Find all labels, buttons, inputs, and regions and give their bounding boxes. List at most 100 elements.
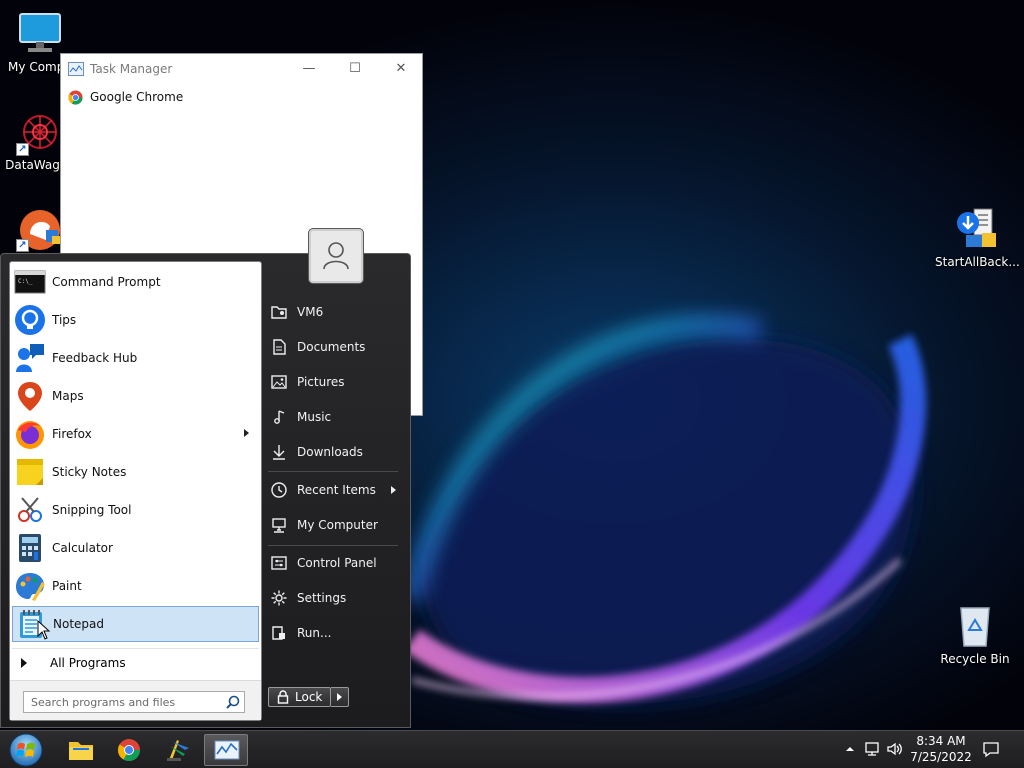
search-icon[interactable] — [226, 695, 240, 709]
taskbar-clock[interactable]: 8:34 AM 7/25/2022 — [908, 733, 974, 765]
app-shortcut-icon: ↗ — [16, 204, 64, 252]
tips-icon — [14, 304, 46, 336]
network-icon[interactable] — [863, 740, 881, 758]
menu-separator — [268, 545, 398, 546]
gear-icon — [271, 590, 287, 606]
computer-icon — [272, 518, 286, 533]
program-notepad[interactable]: Notepad — [12, 606, 259, 642]
lock-label: Lock — [295, 690, 323, 704]
start-item-documents[interactable]: Documents — [265, 332, 398, 362]
program-maps[interactable]: Maps — [12, 378, 259, 414]
start-item-label: Settings — [297, 591, 347, 605]
clock-date: 7/25/2022 — [910, 750, 972, 764]
command-prompt-icon: C:\_ — [14, 266, 46, 298]
clock-time: 8:34 AM — [916, 734, 966, 748]
minimize-button[interactable]: — — [289, 58, 329, 80]
start-item-settings[interactable]: Settings — [265, 583, 398, 613]
windows-orb-icon — [9, 733, 43, 767]
picture-icon — [271, 375, 287, 389]
program-sticky-notes[interactable]: Sticky Notes — [12, 454, 259, 490]
program-label: Command Prompt — [52, 275, 161, 289]
taskbar-file-explorer[interactable] — [59, 734, 103, 766]
document-icon — [273, 339, 286, 355]
program-snipping-tool[interactable]: Snipping Tool — [12, 492, 259, 528]
program-calculator[interactable]: Calculator — [12, 530, 259, 566]
start-button[interactable] — [6, 732, 46, 768]
start-item-my-computer[interactable]: My Computer — [265, 510, 398, 540]
clock-icon — [271, 482, 287, 498]
maximize-button[interactable]: ☐ — [335, 58, 375, 80]
firefox-icon — [14, 418, 46, 450]
app-icon — [167, 740, 189, 761]
taskbar: 8:34 AM 7/25/2022 — [0, 730, 1024, 768]
start-item-label: Recent Items — [297, 483, 376, 497]
program-label: Notepad — [53, 617, 104, 631]
start-menu-programs-pane: C:\_ Command Prompt Tips Feedback Hub Ma… — [9, 261, 262, 721]
start-item-label: My Computer — [297, 518, 378, 532]
task-manager-icon — [214, 740, 240, 760]
recycle-bin-icon — [951, 602, 999, 650]
start-search-input[interactable] — [23, 691, 245, 713]
sticky-notes-icon — [14, 456, 46, 488]
program-tips[interactable]: Tips — [12, 302, 259, 338]
window-title: Task Manager — [90, 62, 173, 76]
user-icon — [323, 242, 349, 270]
maps-icon — [14, 380, 46, 412]
taskbar-google-chrome[interactable] — [107, 734, 151, 766]
process-row[interactable]: Google Chrome — [61, 84, 422, 110]
program-label: Maps — [52, 389, 84, 403]
program-label: Calculator — [52, 541, 113, 555]
taskbar-task-manager[interactable] — [204, 734, 248, 766]
monitor-icon — [16, 10, 64, 58]
start-item-downloads[interactable]: Downloads — [265, 437, 398, 467]
desktop-icon-label: StartAllBack... — [935, 255, 1020, 269]
lock-button[interactable]: Lock — [268, 687, 331, 707]
user-avatar[interactable] — [309, 229, 363, 283]
calculator-icon — [14, 532, 46, 564]
power-options-button[interactable] — [331, 687, 349, 707]
start-item-recent-items[interactable]: Recent Items — [265, 475, 398, 505]
start-item-label: Documents — [297, 340, 366, 354]
program-label: Sticky Notes — [52, 465, 127, 479]
chevron-right-icon — [337, 693, 342, 701]
notification-icon[interactable] — [982, 740, 1000, 758]
volume-icon[interactable] — [886, 740, 904, 758]
show-hidden-icons-icon[interactable] — [841, 740, 859, 758]
desktop-icon-recycle-bin[interactable]: Recycle Bin — [935, 602, 1015, 666]
all-programs-label: All Programs — [50, 655, 126, 670]
start-item-run[interactable]: Run... — [265, 618, 398, 648]
program-label: Firefox — [52, 427, 92, 441]
chrome-icon — [68, 89, 83, 105]
submenu-arrow-icon — [391, 486, 396, 494]
shortcut-arrow-icon: ↗ — [16, 239, 29, 252]
chrome-icon — [118, 739, 140, 761]
start-item-pictures[interactable]: Pictures — [265, 367, 398, 397]
process-name: Google Chrome — [90, 90, 184, 104]
program-command-prompt[interactable]: C:\_ Command Prompt — [12, 264, 259, 300]
svg-text:C:\_: C:\_ — [18, 278, 33, 285]
desktop-icon-label: Recycle Bin — [940, 652, 1010, 666]
program-paint[interactable]: Paint — [12, 568, 259, 604]
menu-separator — [268, 471, 398, 472]
all-programs-button[interactable]: All Programs — [12, 648, 259, 676]
start-item-label: VM6 — [297, 305, 324, 319]
start-item-label: Run... — [297, 626, 332, 640]
folder-icon — [69, 742, 93, 760]
desktop-icon-startallback[interactable]: StartAllBack... — [935, 205, 1020, 269]
start-item-user-folder[interactable]: VM6 — [265, 297, 398, 327]
task-manager-icon — [68, 62, 84, 76]
start-item-control-panel[interactable]: Control Panel — [265, 548, 398, 578]
start-item-music[interactable]: Music — [265, 402, 398, 432]
close-button[interactable]: ✕ — [381, 58, 421, 80]
paint-icon — [14, 570, 46, 602]
submenu-arrow-icon — [244, 429, 249, 437]
run-icon — [272, 626, 285, 640]
lock-icon — [277, 690, 289, 704]
program-label: Paint — [52, 579, 82, 593]
program-feedback-hub[interactable]: Feedback Hub — [12, 340, 259, 376]
program-firefox[interactable]: Firefox — [12, 416, 259, 452]
user-folder-icon — [271, 306, 287, 319]
mouse-cursor-icon — [37, 620, 51, 640]
music-icon — [274, 410, 285, 424]
taskbar-app[interactable] — [155, 734, 199, 766]
